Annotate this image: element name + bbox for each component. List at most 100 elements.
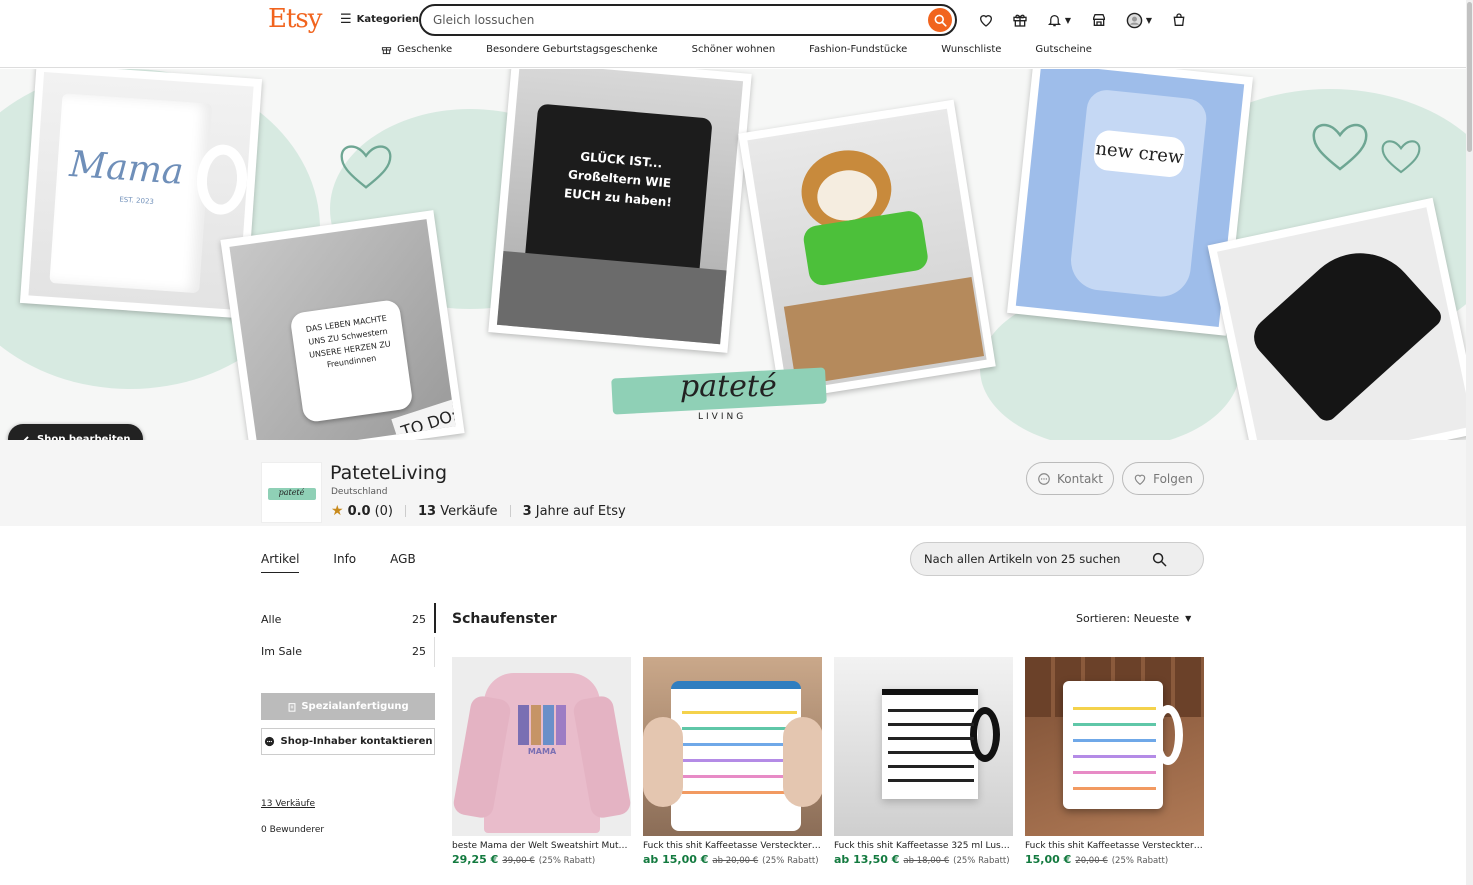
price-now: ab 13,50 € xyxy=(834,853,900,866)
subnav-item-gifts[interactable]: Geschenke xyxy=(381,44,452,55)
mug-print-text: Mama xyxy=(68,144,185,193)
listing-card[interactable]: MAMA beste Mama der Welt Sweatshirt Mutt… xyxy=(452,657,631,866)
listing-card[interactable]: Fuck this shit Kaffeetasse Versteckter .… xyxy=(1025,657,1204,866)
section-label: Alle xyxy=(261,613,282,626)
banner-photo-coaster: DAS LEBEN MACHTE UNS ZU Schwestern UNSER… xyxy=(220,210,465,440)
page-scrollbar[interactable] xyxy=(1466,0,1473,885)
chevron-down-icon: ▼ xyxy=(1064,15,1072,25)
sales-link[interactable]: 13 Verkäufe xyxy=(261,799,315,809)
chat-bubble-icon xyxy=(1038,472,1050,485)
active-section-indicator xyxy=(434,603,436,633)
listing-title[interactable]: Fuck this shit Kaffeetasse Versteckter .… xyxy=(1025,841,1204,851)
heart-doodle-icon xyxy=(1381,140,1421,174)
price-now: 29,25 € xyxy=(452,853,499,866)
divider xyxy=(509,505,511,517)
showcase-heading: Schaufenster xyxy=(452,611,557,627)
search-placeholder: Gleich lossuchen xyxy=(433,13,535,27)
subnav-item-wishlist[interactable]: Wunschliste xyxy=(941,44,1001,55)
categories-button[interactable]: ☰ Kategorien xyxy=(340,12,419,27)
divider xyxy=(405,505,407,517)
listing-image[interactable]: MAMA xyxy=(452,657,631,836)
listing-title[interactable]: Fuck this shit Kaffeetasse 325 ml Lusti.… xyxy=(834,841,1013,851)
scrollbar-thumb[interactable] xyxy=(1467,2,1472,152)
search-icon[interactable] xyxy=(1152,552,1167,567)
heart-icon[interactable] xyxy=(977,11,995,29)
subnav-item-home[interactable]: Schöner wohnen xyxy=(692,44,776,55)
heart-doodle-icon xyxy=(1312,123,1368,171)
listing-card[interactable]: Fuck this shit Kaffeetasse 325 ml Lusti.… xyxy=(834,657,1013,866)
cart-icon[interactable] xyxy=(1170,11,1188,29)
account-avatar-icon[interactable]: ▼ xyxy=(1124,11,1154,29)
caret-down-icon: ▼ xyxy=(1185,614,1192,623)
star-icon: ★ xyxy=(331,503,344,519)
price-discount: (25% Rabatt) xyxy=(1111,856,1169,866)
listing-card[interactable]: Fuck this shit Kaffeetasse Versteckter .… xyxy=(643,657,822,866)
brand-logo-script: pateté xyxy=(680,369,777,404)
listing-image[interactable] xyxy=(643,657,822,836)
listing-image[interactable] xyxy=(834,657,1013,836)
section-label: Im Sale xyxy=(261,645,303,658)
follow-button[interactable]: Folgen xyxy=(1122,462,1204,495)
tab-articles[interactable]: Artikel xyxy=(261,552,300,573)
section-all[interactable]: Alle 25 xyxy=(261,613,435,626)
tab-terms[interactable]: AGB xyxy=(390,552,416,573)
price-discount: (25% Rabatt) xyxy=(538,856,596,866)
listing-price: ab 15,00 € ab 20,00 € (25% Rabatt) xyxy=(643,853,822,866)
price-old: 39,00 € xyxy=(502,856,535,866)
search-button[interactable] xyxy=(928,8,952,32)
search-input[interactable]: Gleich lossuchen xyxy=(419,4,957,36)
custom-order-button[interactable]: Spezialanfertigung xyxy=(261,693,435,720)
listing-title[interactable]: Fuck this shit Kaffeetasse Versteckter .… xyxy=(643,841,822,851)
shop-banner: Mama EST. 2023 DAS LEBEN MACHTE UNS ZU S… xyxy=(0,69,1473,440)
contact-owner-button[interactable]: Shop-Inhaber kontaktieren xyxy=(261,728,435,755)
shop-rating[interactable]: ★ 0.0 (0) xyxy=(331,503,393,519)
listing-image[interactable] xyxy=(1025,657,1204,836)
admirers-count[interactable]: 0 Bewunderer xyxy=(261,825,324,835)
sub-navigation: Geschenke Besondere Geburtstagsgeschenke… xyxy=(0,44,1473,55)
avatar-logo-text: pateté xyxy=(278,488,305,497)
subnav-item-fashion[interactable]: Fashion-Fundstücke xyxy=(809,44,907,55)
rating-count: (0) xyxy=(374,503,394,519)
subnav-item-birthday[interactable]: Besondere Geburtstagsgeschenke xyxy=(486,44,657,55)
shop-stats: ★ 0.0 (0) 13 Verkäufe 3 Jahre auf Etsy xyxy=(331,503,626,519)
shop-avatar: pateté xyxy=(261,462,322,523)
shop-item-search-input[interactable]: Nach allen Artikeln von 25 suchen xyxy=(910,542,1204,576)
section-count: 25 xyxy=(412,645,426,658)
coaster-print-text: DAS LEBEN MACHTE UNS ZU Schwestern UNSER… xyxy=(289,298,414,424)
years-label: Jahre auf Etsy xyxy=(535,503,626,519)
site-header: Etsy ☰ Kategorien Gleich lossuchen ▼ ▼ G… xyxy=(0,0,1473,68)
price-discount: (25% Rabatt) xyxy=(953,856,1010,866)
shop-years: 3 Jahre auf Etsy xyxy=(523,504,626,519)
etsy-logo[interactable]: Etsy xyxy=(268,4,322,34)
shop-tabs: Artikel Info AGB xyxy=(261,552,416,573)
chevron-down-icon: ▼ xyxy=(1145,15,1153,25)
shop-country: Deutschland xyxy=(331,487,388,497)
banner-photo-tiger xyxy=(738,99,996,401)
price-old: ab 20,00 € xyxy=(712,856,759,866)
price-old: ab 18,00 € xyxy=(903,856,950,866)
sort-dropdown[interactable]: Sortieren: Neueste ▼ xyxy=(1076,612,1191,625)
contact-button[interactable]: Kontakt xyxy=(1026,462,1114,495)
price-now: 15,00 € xyxy=(1025,853,1072,866)
rating-value: 0.0 xyxy=(347,503,371,519)
section-sale[interactable]: Im Sale 25 xyxy=(261,645,435,658)
subnav-item-giftcards[interactable]: Gutscheine xyxy=(1035,44,1091,55)
gift-icon xyxy=(382,47,392,55)
shop-manager-icon[interactable] xyxy=(1090,11,1108,29)
section-divider xyxy=(434,637,435,667)
years-number: 3 xyxy=(522,503,532,519)
shop-info-bar xyxy=(0,440,1473,526)
listing-price: 15,00 € 20,00 € (25% Rabatt) xyxy=(1025,853,1204,866)
price-old: 20,00 € xyxy=(1075,856,1108,866)
heart-doodle-icon xyxy=(340,145,392,189)
notifications-bell-icon[interactable]: ▼ xyxy=(1044,11,1074,29)
tab-info[interactable]: Info xyxy=(333,552,356,573)
contact-label: Kontakt xyxy=(1057,471,1103,486)
section-count: 25 xyxy=(412,613,426,626)
contact-owner-label: Shop-Inhaber kontaktieren xyxy=(280,736,433,747)
sweatshirt-print-text: MAMA xyxy=(527,747,557,756)
chat-bubble-icon xyxy=(264,736,274,747)
listing-title[interactable]: beste Mama der Welt Sweatshirt Mutte... xyxy=(452,841,631,851)
follow-label: Folgen xyxy=(1153,471,1193,486)
gift-icon[interactable] xyxy=(1011,11,1029,29)
